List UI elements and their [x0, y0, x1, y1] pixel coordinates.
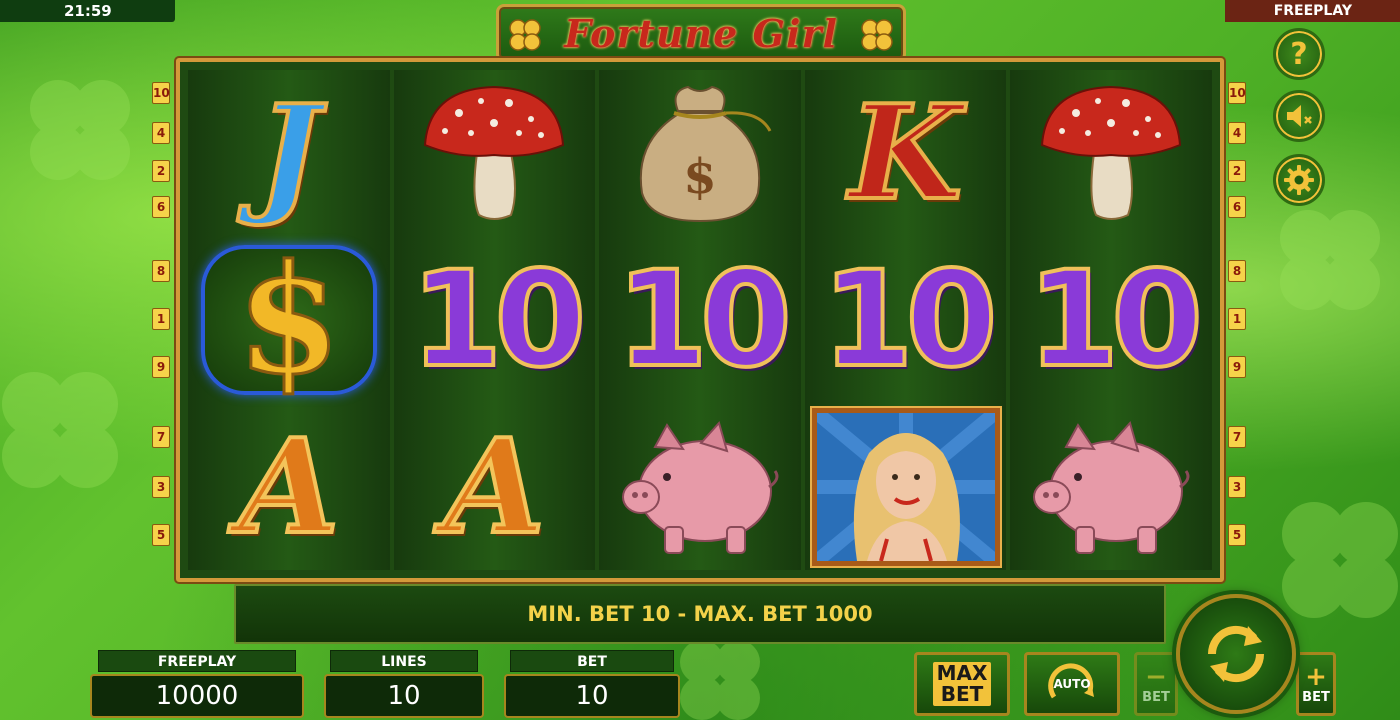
clover-icon: [509, 19, 541, 51]
game-title: Fortune Girl: [564, 10, 838, 56]
payline-marker[interactable]: 5: [152, 524, 170, 546]
symbol-ten: 10: [409, 241, 589, 399]
symbol-ten: 10: [614, 241, 794, 399]
mode-badge: FREEPLAY: [1225, 0, 1400, 22]
max-bet-button[interactable]: MAX BET: [914, 652, 1010, 716]
payline-marker[interactable]: 1: [1228, 308, 1246, 330]
symbol-cell: $: [599, 70, 801, 237]
symbol-cell: J: [188, 70, 390, 237]
lines-label: LINES: [330, 650, 478, 672]
payline-marker[interactable]: 9: [1228, 356, 1246, 378]
reel-2: 10 A: [393, 70, 596, 570]
money-bag-icon: $: [639, 85, 772, 222]
bet-increase-label: BET: [1302, 689, 1330, 705]
payline-marker[interactable]: 8: [152, 260, 170, 282]
payline-marker[interactable]: 2: [152, 160, 170, 182]
symbol-cell: [394, 70, 596, 237]
symbol-k: K: [847, 76, 964, 230]
payline-marker[interactable]: 5: [1228, 524, 1246, 546]
speaker-muted-icon: [1287, 105, 1312, 127]
reel-3: $ 10: [599, 70, 801, 570]
symbol-dollar: $: [200, 231, 377, 410]
balance-label: FREEPLAY: [98, 650, 296, 672]
payline-marker[interactable]: 10: [152, 82, 170, 104]
symbol-a: A: [236, 409, 341, 563]
piggy-bank-icon: [621, 420, 779, 554]
symbol-cell: 10: [394, 237, 596, 404]
autoplay-button[interactable]: AUTO: [1024, 652, 1120, 716]
symbol-cell: [599, 403, 801, 570]
payline-marker[interactable]: 1: [152, 308, 170, 330]
payline-marker[interactable]: 3: [152, 476, 170, 498]
lines-value[interactable]: 10: [324, 674, 484, 718]
clover-icon: [861, 19, 893, 51]
symbol-cell: [805, 403, 1007, 570]
payline-marker[interactable]: 6: [1228, 196, 1246, 218]
symbol-cell: 10: [1010, 237, 1212, 404]
help-icon: ?: [1290, 36, 1308, 72]
game-logo: Fortune Girl: [496, 4, 906, 62]
payline-marker[interactable]: 4: [1228, 122, 1246, 144]
symbol-cell: $: [188, 231, 390, 410]
help-button[interactable]: ?: [1273, 28, 1325, 80]
autoplay-label: AUTO: [1053, 677, 1091, 691]
settings-button[interactable]: [1273, 154, 1325, 206]
bet-decrease-label: BET: [1142, 689, 1170, 705]
bet-label: BET: [510, 650, 674, 672]
minus-icon: −: [1145, 661, 1167, 692]
bet-value[interactable]: 10: [504, 674, 680, 718]
mushroom-icon: [1041, 86, 1182, 221]
mushroom-icon: [424, 86, 565, 221]
lines-panel: LINES 10: [324, 650, 484, 718]
spin-arrows-icon: [1207, 625, 1265, 683]
bet-limits-message: MIN. BET 10 - MAX. BET 1000: [234, 584, 1166, 644]
balance-value: 10000: [90, 674, 304, 718]
symbol-a: A: [442, 409, 547, 563]
payline-marker[interactable]: 4: [152, 122, 170, 144]
symbol-cell: 10: [805, 237, 1007, 404]
plus-icon: +: [1305, 661, 1327, 692]
symbol-cell: [1010, 403, 1212, 570]
reel-5: 10: [1010, 70, 1212, 570]
symbol-cell: A: [394, 403, 596, 570]
symbol-ten: 10: [1025, 241, 1205, 399]
bet-panel: BET 10: [504, 650, 680, 718]
clock: 21:59: [0, 0, 175, 22]
max-bet-label: MAX BET: [932, 662, 992, 706]
symbol-j: J: [256, 76, 321, 230]
gear-icon: [1284, 165, 1314, 195]
bet-increase-button[interactable]: + BET: [1296, 652, 1336, 716]
balance-panel: FREEPLAY 10000: [90, 650, 304, 718]
spin-button[interactable]: [1176, 594, 1296, 714]
sound-toggle-button[interactable]: [1273, 90, 1325, 142]
symbol-cell: 10: [599, 237, 801, 404]
payline-marker[interactable]: 10: [1228, 82, 1246, 104]
payline-marker[interactable]: 3: [1228, 476, 1246, 498]
fortune-girl-portrait-icon: [816, 412, 995, 561]
payline-marker[interactable]: 8: [1228, 260, 1246, 282]
payline-marker[interactable]: 6: [152, 196, 170, 218]
payline-marker[interactable]: 2: [1228, 160, 1246, 182]
reel-1: J $ A: [188, 70, 390, 570]
symbol-cell: K: [805, 70, 1007, 237]
reel-frame: J $ A 10 A $ 10 K 10 10: [176, 58, 1224, 582]
symbol-cell: A: [188, 403, 390, 570]
symbol-cell: [1010, 70, 1212, 237]
symbol-ten: 10: [820, 241, 1000, 399]
payline-marker[interactable]: 9: [152, 356, 170, 378]
reels: J $ A 10 A $ 10 K 10 10: [188, 70, 1212, 570]
symbol-fortune-girl: [811, 407, 1000, 566]
payline-marker[interactable]: 7: [152, 426, 170, 448]
piggy-bank-icon: [1033, 420, 1190, 554]
svg-text:$: $: [683, 149, 716, 205]
reel-4: K 10: [804, 70, 1007, 570]
bet-decrease-button[interactable]: − BET: [1134, 652, 1178, 716]
payline-marker[interactable]: 7: [1228, 426, 1246, 448]
